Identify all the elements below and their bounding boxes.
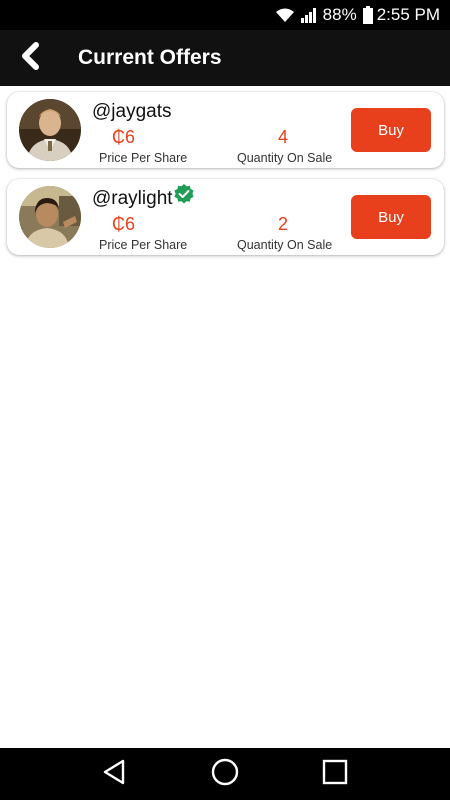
buy-button[interactable]: Buy bbox=[351, 108, 431, 152]
app-bar: Current Offers bbox=[0, 30, 450, 86]
username-text: @raylight bbox=[92, 188, 173, 209]
chevron-left-icon bbox=[19, 41, 41, 75]
status-bar: 88% 2:55 PM bbox=[0, 0, 450, 30]
signal-icon bbox=[300, 7, 319, 23]
avatar bbox=[19, 99, 81, 161]
nav-back-button[interactable] bbox=[93, 752, 137, 796]
offers-list: @jaygats ₵6 Price Per Share 4 Quantity O… bbox=[7, 92, 444, 266]
price-value: ₵6 bbox=[112, 214, 136, 234]
system-nav-bar bbox=[0, 748, 450, 800]
nav-recents-button[interactable] bbox=[313, 752, 357, 796]
battery-icon bbox=[362, 6, 373, 24]
back-button[interactable] bbox=[0, 30, 60, 86]
avatar bbox=[19, 186, 81, 248]
offer-username: @jaygats bbox=[92, 101, 172, 123]
nav-home-button[interactable] bbox=[203, 752, 247, 796]
quantity-label: Quantity On Sale bbox=[237, 151, 333, 165]
offer-card: @raylight ₵6 Price Per Share 2 Quantity … bbox=[7, 179, 444, 255]
quantity-label: Quantity On Sale bbox=[237, 238, 333, 252]
recents-square-icon bbox=[321, 758, 349, 791]
screen: 88% 2:55 PM Current Offers @jaygats ₵6 P… bbox=[0, 0, 450, 800]
battery-percent: 88% bbox=[322, 5, 357, 24]
offer-username: @raylight bbox=[92, 184, 194, 210]
buy-button[interactable]: Buy bbox=[351, 195, 431, 239]
page-title: Current Offers bbox=[78, 46, 222, 69]
price-label: Price Per Share bbox=[99, 238, 188, 252]
quantity-value: 4 bbox=[278, 127, 289, 147]
home-circle-icon bbox=[210, 757, 240, 792]
back-triangle-icon bbox=[101, 758, 129, 791]
clock: 2:55 PM bbox=[376, 5, 440, 24]
verified-badge-icon bbox=[173, 184, 194, 204]
quantity-value: 2 bbox=[278, 214, 289, 234]
price-value: ₵6 bbox=[112, 127, 136, 147]
username-text: @jaygats bbox=[92, 101, 172, 122]
wifi-icon bbox=[275, 7, 295, 23]
offer-card: @jaygats ₵6 Price Per Share 4 Quantity O… bbox=[7, 92, 444, 168]
price-label: Price Per Share bbox=[99, 151, 188, 165]
